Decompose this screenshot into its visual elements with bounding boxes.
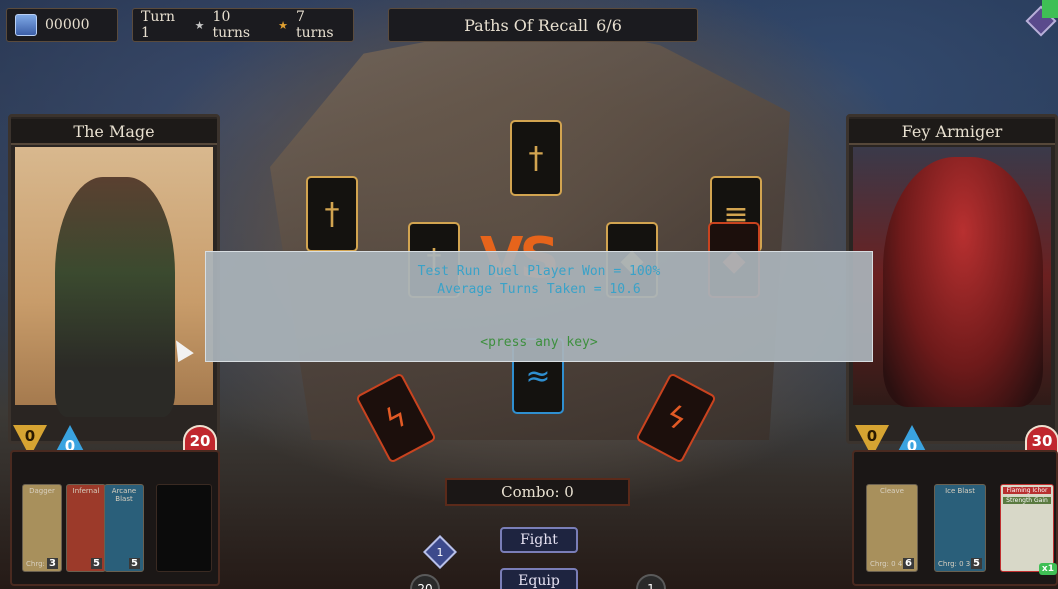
hand-card-title: Arcane Blast — [111, 487, 137, 503]
hand-card-title: Dagger — [29, 487, 55, 495]
enemy-name: Fey Armiger — [849, 119, 1055, 145]
board-card-dagger-left[interactable]: † — [306, 176, 358, 252]
player-name: The Mage — [11, 119, 217, 145]
silver-star-icon: ★ — [194, 18, 205, 32]
hand-card-count: 5 — [129, 558, 140, 569]
dagger-icon: † — [528, 140, 544, 176]
enemy-health-value: 30 — [1031, 432, 1053, 450]
player-card: The Mage 0 0 20 — [8, 114, 220, 457]
enemy-card: Fey Armiger 0 0 30 — [846, 114, 1058, 457]
player-hand-card-3[interactable]: Arcane Blast 5 — [104, 484, 144, 572]
hand-card-title: Flaming Ichor — [1003, 487, 1051, 494]
player-health-value: 20 — [189, 432, 211, 450]
hand-card-title: Cleave — [880, 487, 904, 495]
hand-card-cost: Chrg: 0 3 — [938, 560, 971, 568]
equip-button[interactable]: Equip — [500, 568, 578, 589]
silver-turns: 10 turns — [212, 9, 251, 41]
enemy-portrait — [853, 147, 1051, 407]
hand-card-count: 5 — [91, 558, 102, 569]
status-marker — [1042, 0, 1058, 18]
wave-icon: ≈ — [525, 358, 551, 394]
enemy-hand-card-3[interactable]: Flaming Ichor Strength Gain x1 — [1000, 484, 1057, 575]
turn-info: Turn 1 ★ 10 turns ★ 7 turns — [132, 8, 354, 42]
hand-card-count: 3 — [47, 558, 58, 569]
hand-card-count: 5 — [971, 558, 982, 569]
enemy-hand: Cleave Chrg: 0 4 6 Ice Blast Chrg: 0 3 5… — [852, 450, 1058, 586]
pillar-icon — [15, 14, 37, 36]
player-hand-card-1[interactable]: Dagger Chrg: 0 2 3 — [22, 484, 62, 572]
armiger-figure — [883, 157, 1043, 407]
lightning-icon: ϟ — [379, 397, 413, 439]
hand-card-count: x1 — [1038, 563, 1057, 575]
dialog-turns-line: Average Turns Taken = 10.6 — [437, 282, 641, 297]
left-round-value: 20 — [417, 582, 433, 589]
enemy-hand-card-2[interactable]: Ice Blast Chrg: 0 3 5 — [934, 484, 986, 572]
hand-card-subtitle: Strength Gain — [1003, 497, 1051, 504]
test-run-dialog[interactable]: Test Run Duel Player Won = 100% Average … — [205, 251, 873, 362]
hand-card-title: Ice Blast — [945, 487, 975, 495]
board-card-dagger-top[interactable]: † — [510, 120, 562, 196]
player-hand: Dagger Chrg: 0 2 3 Infernal 5 Arcane Bla… — [10, 450, 220, 586]
dagger-icon: † — [324, 196, 340, 232]
hand-card-cost: Chrg: 0 4 — [870, 560, 903, 568]
player-hand-card-2[interactable]: Infernal 5 — [66, 484, 106, 572]
mage-figure — [55, 177, 175, 417]
hand-card-title: Infernal — [72, 487, 100, 495]
turn-label: Turn 1 — [141, 9, 176, 41]
dialog-result-line: Test Run Duel Player Won = 100% — [417, 264, 661, 279]
player-empty-card-slot[interactable] — [156, 484, 212, 572]
enemy-hand-card-1[interactable]: Cleave Chrg: 0 4 6 — [866, 484, 918, 572]
player-portrait — [15, 147, 213, 417]
stage-title: Paths Of Recall — [464, 15, 589, 35]
dialog-prompt: <press any key> — [480, 335, 598, 350]
enemy-shield-value: 0 — [866, 427, 878, 445]
stage-progress: 6/6 — [596, 15, 622, 35]
right-round-value: 1 — [647, 582, 655, 589]
lightning-icon: ϟ — [659, 397, 693, 439]
stage-title-bar: Paths Of Recall 6/6 — [388, 8, 698, 42]
combo-counter: Combo: 0 — [445, 478, 630, 506]
gold-turns: 7 turns — [295, 9, 334, 41]
left-counter-value: 1 — [436, 545, 444, 559]
hand-card-count: 6 — [903, 558, 914, 569]
player-shield-value: 0 — [24, 427, 36, 445]
gold-star-icon: ★ — [278, 18, 288, 32]
gold-value: 00000 — [45, 17, 90, 33]
fight-button[interactable]: Fight — [500, 527, 578, 553]
gold-counter: 00000 — [6, 8, 118, 42]
